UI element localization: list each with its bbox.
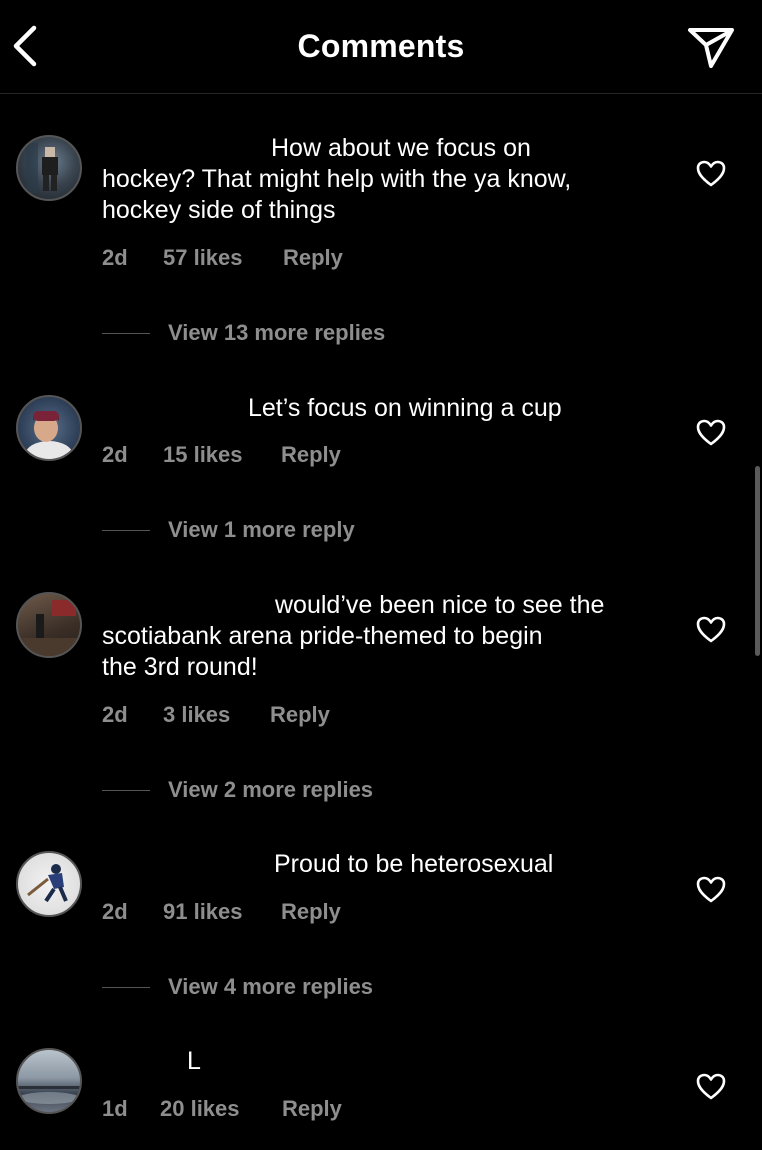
view-replies-link[interactable]: View 1 more reply: [168, 517, 355, 543]
comment-time: 2d: [102, 899, 128, 924]
divider: [102, 333, 150, 334]
comment-line: hockey side of things: [102, 196, 336, 224]
like-count[interactable]: 3 likes: [163, 702, 230, 728]
comment-time: 1d: [102, 1096, 128, 1121]
heart-icon: [696, 419, 726, 446]
scrollbar[interactable]: [755, 466, 760, 656]
comment-text: L: [102, 1046, 662, 1077]
like-button[interactable]: [696, 1073, 726, 1101]
paper-plane-icon: [688, 28, 734, 68]
comment-line: Proud to be heterosexual: [274, 850, 554, 878]
comment-text: How about we focus on hockey? That might…: [102, 133, 662, 226]
avatar-image: [25, 411, 73, 459]
comment-line: How about we focus on: [271, 134, 531, 162]
like-count[interactable]: 57 likes: [163, 245, 243, 271]
avatar[interactable]: [16, 395, 82, 461]
comment-time: 2d: [102, 702, 128, 727]
heart-icon: [696, 876, 726, 903]
comment-line: Let’s focus on winning a cup: [248, 394, 562, 422]
share-button[interactable]: [686, 24, 736, 70]
comment-time: 2d: [102, 442, 128, 467]
comment-line: scotiabank arena pride-themed to begin: [102, 622, 543, 650]
like-button[interactable]: [696, 616, 726, 644]
avatar-image: [27, 864, 68, 903]
like-count[interactable]: 91 likes: [163, 899, 243, 925]
like-count[interactable]: 20 likes: [160, 1096, 240, 1122]
header-bar: Comments: [0, 0, 762, 94]
comment-line: would’ve been nice to see the: [275, 591, 605, 619]
divider: [102, 530, 150, 531]
reply-button[interactable]: Reply: [281, 442, 341, 468]
comment-text: would’ve been nice to see the scotiabank…: [102, 590, 662, 683]
reply-button[interactable]: Reply: [281, 899, 341, 925]
avatar-image: [26, 143, 58, 193]
page-title: Comments: [297, 28, 465, 64]
heart-icon: [696, 616, 726, 643]
comment-line: L: [187, 1047, 201, 1075]
avatar-image: [18, 600, 80, 656]
comment-text: Proud to be heterosexual: [102, 849, 662, 880]
divider: [102, 790, 150, 791]
reply-button[interactable]: Reply: [282, 1096, 342, 1122]
like-button[interactable]: [696, 160, 726, 188]
comment-line: the 3rd round!: [102, 653, 258, 681]
avatar-image: [18, 1086, 80, 1104]
view-replies-link[interactable]: View 2 more replies: [168, 777, 373, 803]
like-count[interactable]: 15 likes: [163, 442, 243, 468]
comment-text: Let’s focus on winning a cup: [102, 393, 662, 424]
avatar[interactable]: [16, 851, 82, 917]
divider: [102, 987, 150, 988]
reply-button[interactable]: Reply: [270, 702, 330, 728]
like-button[interactable]: [696, 419, 726, 447]
like-button[interactable]: [696, 876, 726, 904]
view-replies-link[interactable]: View 13 more replies: [168, 320, 385, 346]
comment-time: 2d: [102, 245, 128, 270]
avatar[interactable]: [16, 1048, 82, 1114]
reply-button[interactable]: Reply: [283, 245, 343, 271]
avatar[interactable]: [16, 592, 82, 658]
comment-line: hockey? That might help with the ya know…: [102, 165, 572, 193]
avatar[interactable]: [16, 135, 82, 201]
heart-icon: [696, 1073, 726, 1100]
heart-icon: [696, 160, 726, 187]
view-replies-link[interactable]: View 4 more replies: [168, 974, 373, 1000]
